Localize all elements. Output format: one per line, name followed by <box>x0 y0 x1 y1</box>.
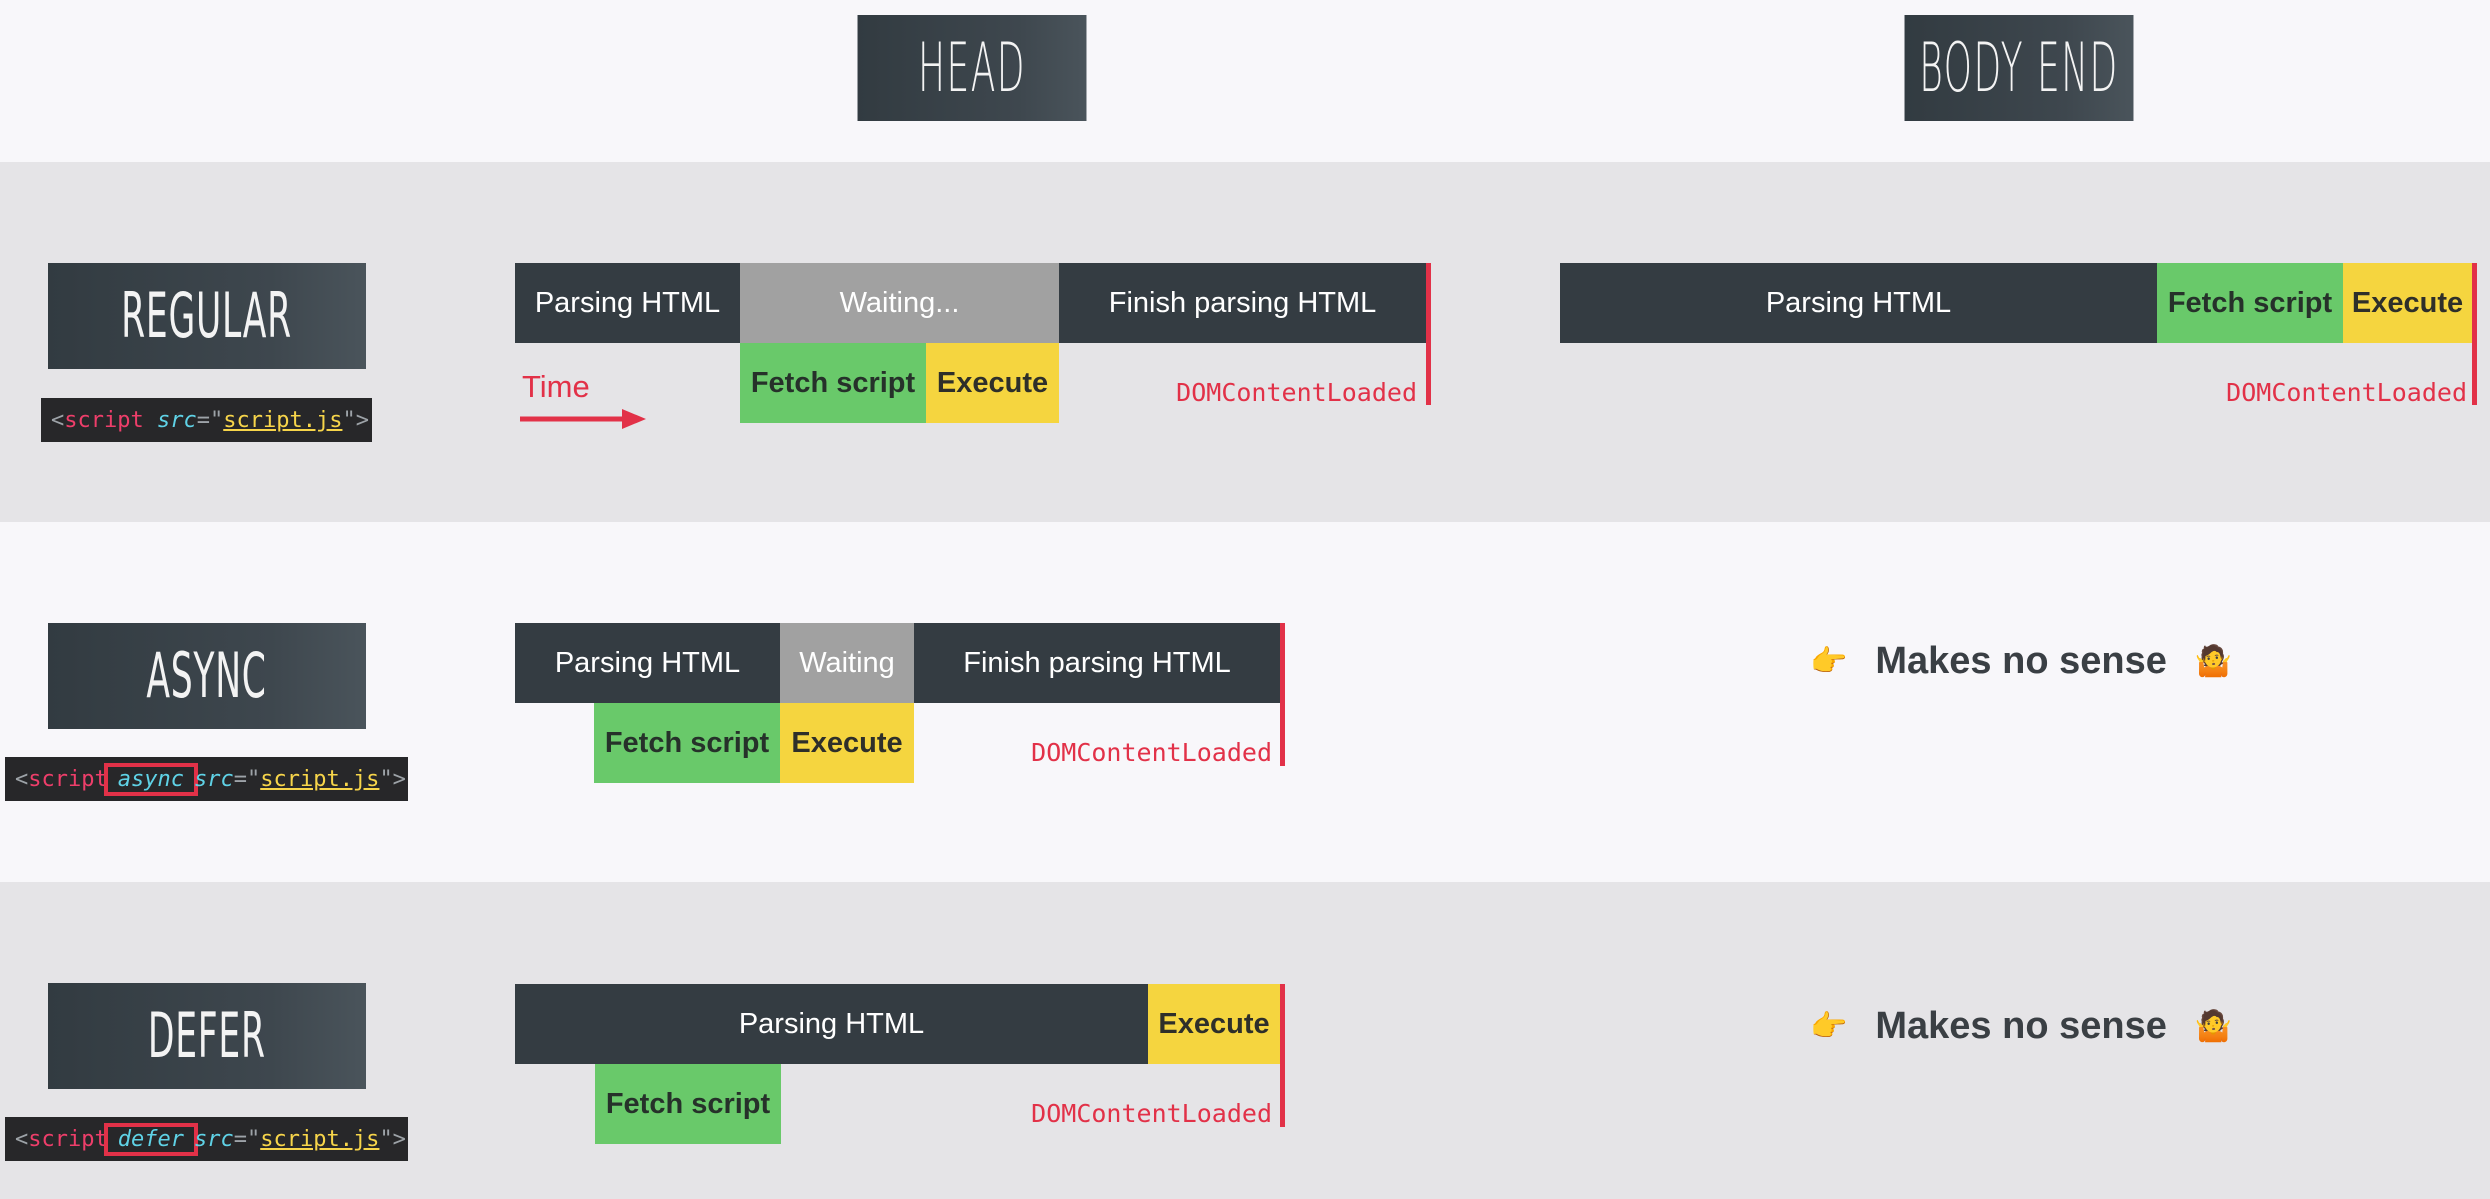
regular-body-dcl-label: DOMContentLoaded <box>2226 378 2467 407</box>
regular-head-waiting: Waiting... <box>740 263 1059 343</box>
regular-body-execute: Execute <box>2343 263 2472 343</box>
async-head-parsing: Parsing HTML <box>515 623 780 703</box>
column-header-body-end-label: BODY END <box>1919 28 2119 108</box>
code-snippet-async: < script async src =" script.js "> <box>5 757 408 801</box>
row-label-regular-text: REGULAR <box>121 279 293 353</box>
row-label-defer: DEFER <box>48 983 366 1089</box>
defer-body-note-text: Makes no sense <box>1875 1005 2167 1047</box>
regular-head-fetch-script: Fetch script <box>740 343 926 423</box>
code-snippet-regular: < script src =" script.js "> <box>41 398 372 442</box>
shrug-icon: 🤷 <box>2194 644 2233 679</box>
regular-head-parsing: Parsing HTML <box>515 263 740 343</box>
async-head-dcl-marker <box>1280 623 1285 766</box>
column-header-body-end: BODY END <box>1904 15 2134 121</box>
row-label-defer-text: DEFER <box>148 999 266 1073</box>
async-head-finish-parsing: Finish parsing HTML <box>914 623 1280 703</box>
async-body-note-text: Makes no sense <box>1875 640 2167 682</box>
async-head-dcl-label: DOMContentLoaded <box>1031 738 1272 767</box>
async-head-execute: Execute <box>780 703 914 783</box>
pointing-hand-icon: 👉 <box>1810 1009 1848 1044</box>
async-head-fetch-script: Fetch script <box>594 703 780 783</box>
defer-attribute-highlight: defer <box>103 1122 198 1156</box>
async-head-waiting: Waiting <box>780 623 914 703</box>
shrug-icon: 🤷 <box>2194 1009 2233 1044</box>
async-attribute-highlight: async <box>103 762 198 796</box>
time-label: Time <box>522 369 590 404</box>
time-arrow-icon <box>520 409 646 429</box>
pointing-hand-icon: 👉 <box>1810 644 1848 679</box>
regular-head-dcl-marker <box>1426 263 1431 405</box>
column-header-head-label: HEAD <box>918 28 1026 108</box>
defer-head-parsing: Parsing HTML <box>515 984 1148 1064</box>
regular-head-execute: Execute <box>926 343 1059 423</box>
defer-body-note: 👉 Makes no sense 🤷 <box>1810 1005 2232 1048</box>
regular-head-finish-parsing: Finish parsing HTML <box>1059 263 1426 343</box>
defer-head-dcl-label: DOMContentLoaded <box>1031 1099 1272 1128</box>
async-body-note: 👉 Makes no sense 🤷 <box>1810 640 2232 683</box>
row-label-regular: REGULAR <box>48 263 366 369</box>
defer-head-fetch-script: Fetch script <box>595 1064 781 1144</box>
regular-body-parsing: Parsing HTML <box>1560 263 2157 343</box>
row-label-async-text: ASYNC <box>146 639 268 713</box>
column-header-head: HEAD <box>857 15 1087 121</box>
defer-head-dcl-marker <box>1280 984 1285 1127</box>
regular-body-fetch-script: Fetch script <box>2157 263 2343 343</box>
regular-body-dcl-marker <box>2472 263 2477 405</box>
row-label-async: ASYNC <box>48 623 366 729</box>
defer-head-execute: Execute <box>1148 984 1280 1064</box>
code-snippet-defer: < script defer src =" script.js "> <box>5 1117 408 1161</box>
regular-head-dcl-label: DOMContentLoaded <box>1176 378 1417 407</box>
